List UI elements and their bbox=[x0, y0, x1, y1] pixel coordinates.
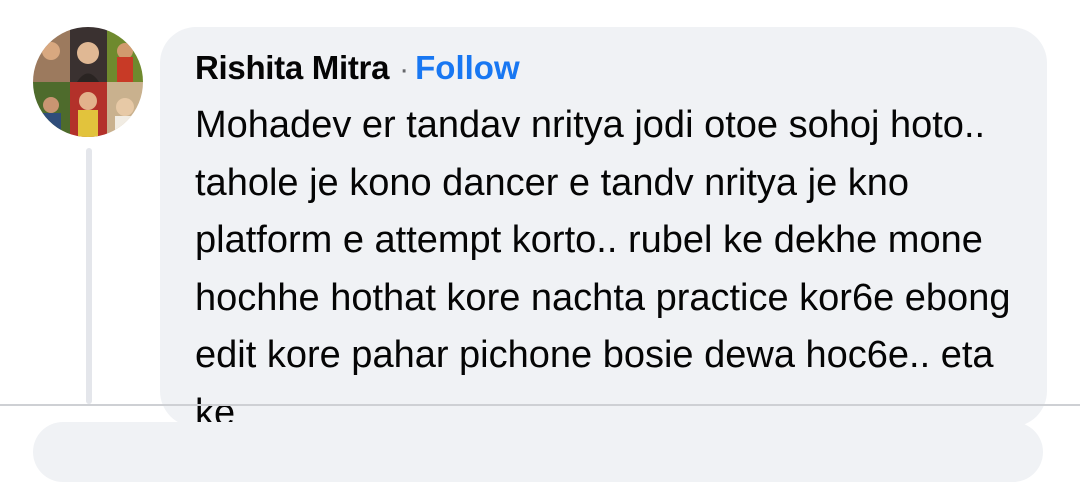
avatar[interactable] bbox=[33, 27, 143, 137]
profile-photo-collage bbox=[33, 27, 143, 137]
comment-bubble: Rishita Mitra · Follow Mohadev er tandav n… bbox=[160, 27, 1047, 427]
follow-button[interactable]: Follow bbox=[415, 49, 519, 86]
next-comment-bubble bbox=[33, 422, 1043, 482]
thread-line bbox=[86, 148, 92, 404]
author-name[interactable]: Rishita Mitra bbox=[195, 49, 389, 86]
separator-dot: · bbox=[399, 53, 410, 86]
comment-text: Mohadev er tandav nritya jodi otoe sohoj… bbox=[195, 104, 1011, 427]
comment-header: Rishita Mitra · Follow bbox=[195, 49, 520, 87]
divider bbox=[0, 404, 1080, 406]
